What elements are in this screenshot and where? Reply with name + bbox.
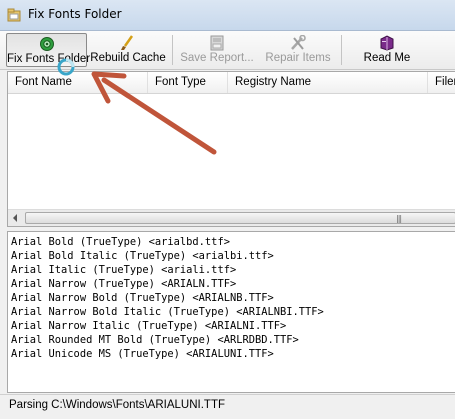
- scrollbar-thumb[interactable]: |||: [25, 212, 455, 224]
- scroll-left-arrow-icon[interactable]: [13, 214, 17, 222]
- rebuild-cache-label: Rebuild Cache: [90, 52, 166, 64]
- repair-items-label: Repair Items: [265, 52, 331, 64]
- log-line: Arial Bold Italic (TrueType) <arialbi.tt…: [11, 250, 274, 262]
- read-me-label: Read Me: [363, 52, 411, 64]
- log-line: Arial Narrow Bold (TrueType) <ARIALNB.TT…: [11, 292, 274, 304]
- list-header: Font Name Font Type Registry Name Filen: [8, 72, 455, 94]
- horizontal-scrollbar[interactable]: |||: [8, 209, 455, 226]
- title-bar: Fix Fonts Folder: [0, 0, 455, 31]
- brush-icon: [121, 35, 134, 50]
- rebuild-cache-button[interactable]: Rebuild Cache: [90, 33, 166, 67]
- column-header-filename[interactable]: Filen: [428, 72, 455, 93]
- log-line: Arial Italic (TrueType) <ariali.ttf>: [11, 264, 237, 276]
- toolbar: Fix Fonts Folder Rebuild Cache Save Repo…: [0, 31, 455, 70]
- window-title: Fix Fonts Folder: [28, 7, 122, 21]
- save-report-button[interactable]: Save Report...: [180, 33, 254, 67]
- fix-fonts-folder-label: Fix Fonts Folder: [7, 53, 91, 65]
- log-line: Arial Narrow Italic (TrueType) <ARIALNI.…: [11, 320, 287, 332]
- toolbar-separator: [172, 35, 173, 65]
- log-line: Arial Rounded MT Bold (TrueType) <ARLRDB…: [11, 334, 299, 346]
- status-bar: Parsing C:\Windows\Fonts\ARIALUNI.TTF: [0, 394, 455, 419]
- repair-items-button[interactable]: Repair Items: [265, 33, 331, 67]
- font-list[interactable]: Font Name Font Type Registry Name Filen …: [7, 71, 455, 227]
- toolbar-separator: [341, 35, 342, 65]
- fix-fonts-folder-button[interactable]: Fix Fonts Folder: [6, 33, 91, 67]
- log-line: Arial Narrow Bold Italic (TrueType) <ARI…: [11, 306, 324, 318]
- scrollbar-grip-icon: |||: [396, 214, 402, 223]
- column-header-font-name[interactable]: Font Name: [8, 72, 148, 93]
- log-line: Arial Bold (TrueType) <arialbd.ttf>: [11, 236, 230, 248]
- fix-fonts-icon: [39, 37, 54, 51]
- save-report-label: Save Report...: [180, 52, 254, 64]
- log-line: Arial Unicode MS (TrueType) <ARIALUNI.TT…: [11, 348, 274, 360]
- book-icon: [380, 35, 394, 51]
- read-me-button[interactable]: Read Me: [358, 33, 416, 67]
- repair-icon: [291, 35, 306, 50]
- log-output[interactable]: Arial Bold (TrueType) <arialbd.ttf> Aria…: [7, 231, 455, 393]
- log-line: Arial Narrow (TrueType) <ARIALN.TTF>: [11, 278, 237, 290]
- column-header-font-type[interactable]: Font Type: [148, 72, 228, 93]
- save-report-icon: [210, 35, 224, 51]
- app-icon: [7, 8, 21, 22]
- status-text: Parsing C:\Windows\Fonts\ARIALUNI.TTF: [9, 399, 225, 411]
- column-header-registry-name[interactable]: Registry Name: [228, 72, 428, 93]
